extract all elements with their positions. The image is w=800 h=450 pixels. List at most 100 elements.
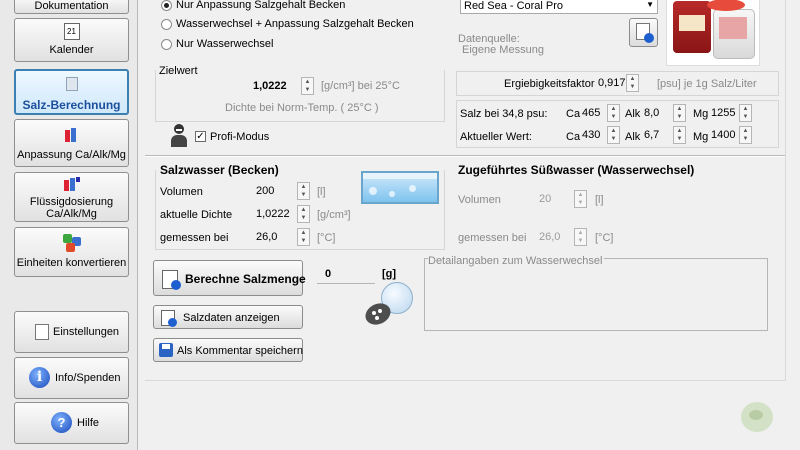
spinner-arrows[interactable]: ▲ ▼ bbox=[297, 228, 310, 246]
chevron-down-icon[interactable]: ▼ bbox=[646, 0, 654, 9]
fresh-temp-spinner[interactable]: 26,0 ▲ ▼ bbox=[536, 228, 587, 246]
fresh-temp-label: gemessen bei bbox=[458, 232, 527, 244]
spinner-arrows[interactable]: ▲ ▼ bbox=[673, 104, 686, 122]
mg-label: Mg bbox=[693, 108, 709, 120]
spinner-arrows[interactable]: ▲ ▼ bbox=[301, 77, 314, 95]
radio-mode-only-adjust-label[interactable]: Nur Anpassung Salzgehalt Becken bbox=[176, 0, 345, 11]
salt-yield-label: Ergiebigkeitsfaktor bbox=[504, 78, 595, 90]
current-mg-spinner[interactable]: 1400 ▲ ▼ bbox=[708, 126, 752, 144]
current-ca-spinner[interactable]: 430 ▲ ▼ bbox=[579, 126, 620, 144]
target-density-value[interactable]: 1,0222 bbox=[250, 77, 287, 95]
spinner-arrows[interactable]: ▲ ▼ bbox=[297, 182, 310, 200]
sidebar-item-label: Salz-Berechnung bbox=[22, 98, 121, 112]
radio-mode-only-change[interactable] bbox=[161, 39, 172, 50]
spinner-arrows[interactable]: ▲ ▼ bbox=[739, 126, 752, 144]
salt-mg-spinner[interactable]: 1255 ▲ ▼ bbox=[708, 104, 752, 122]
result-value: 0 bbox=[325, 268, 332, 280]
sidebar-item-anpassung[interactable]: Anpassung Ca/Alk/Mg bbox=[14, 119, 129, 167]
alk-label: Alk bbox=[625, 131, 641, 143]
water-change-details-label: Detailangaben zum Wasserwechsel bbox=[428, 255, 605, 267]
save-disk-icon bbox=[159, 343, 173, 357]
spinner-arrows[interactable]: ▲ ▼ bbox=[739, 104, 752, 122]
sidebar-item-label: Einheiten konvertieren bbox=[16, 257, 127, 269]
spinner-arrows[interactable]: ▲ ▼ bbox=[607, 126, 620, 144]
salt-yield-spinner[interactable]: 0,917 ▲ ▼ bbox=[595, 74, 639, 92]
watermark-logo bbox=[735, 398, 781, 438]
fresh-temp-unit: [°C] bbox=[595, 232, 614, 244]
ca-label: Ca bbox=[566, 108, 581, 120]
calendar-icon: 21 bbox=[63, 23, 80, 40]
radio-mode-only-change-label[interactable]: Nur Wasserwechsel bbox=[176, 38, 273, 50]
fresh-volume-value[interactable]: 20 bbox=[536, 190, 551, 208]
calculate-salt-label: Berechne Salzmenge bbox=[185, 272, 306, 286]
info-badge-icon bbox=[168, 318, 177, 327]
salt-product-image bbox=[666, 0, 760, 66]
sidebar-item-kalender[interactable]: 21 Kalender bbox=[14, 18, 129, 62]
radio-mode-change-adjust-label[interactable]: Wasserwechsel + Anpassung Salzgehalt Bec… bbox=[176, 18, 414, 30]
sidebar-item-label: Kalender bbox=[49, 44, 94, 56]
spinner-arrows[interactable]: ▲ ▼ bbox=[626, 74, 639, 92]
current-ca-value[interactable]: 430 bbox=[579, 126, 600, 144]
salt-mg-value[interactable]: 1255 bbox=[708, 104, 735, 122]
sidebar-item-label: Flüssigdosierung Ca/Alk/Mg bbox=[29, 196, 114, 220]
fresh-volume-spinner[interactable]: 20 ▲ ▼ bbox=[536, 190, 587, 208]
settings-icon bbox=[35, 324, 49, 340]
tank-volume-value[interactable]: 200 bbox=[253, 182, 274, 200]
sidebar-item-salz-berechnung[interactable]: Salz-Berechnung bbox=[14, 69, 129, 115]
spinner-arrows[interactable]: ▲ ▼ bbox=[574, 228, 587, 246]
profi-mode-checkbox[interactable]: ✓ bbox=[195, 131, 206, 142]
tank-density-spinner[interactable]: 1,0222 ▲ ▼ bbox=[253, 205, 310, 223]
current-alk-value[interactable]: 6,7 bbox=[641, 126, 659, 144]
sidebar-item-hilfe[interactable]: ? Hilfe bbox=[14, 402, 129, 444]
salt-ca-value[interactable]: 465 bbox=[579, 104, 600, 122]
sidebar-item-label: Hilfe bbox=[77, 417, 100, 429]
salt-info-button[interactable] bbox=[629, 18, 658, 47]
info-badge-icon bbox=[644, 33, 654, 43]
info-badge-icon bbox=[171, 280, 181, 290]
spinner-arrows[interactable]: ▲ ▼ bbox=[673, 126, 686, 144]
tank-temp-spinner[interactable]: 26,0 ▲ ▼ bbox=[253, 228, 310, 246]
sidebar-item-fluessigdosierung[interactable]: Flüssigdosierung Ca/Alk/Mg bbox=[14, 172, 129, 222]
salt-alk-spinner[interactable]: 8,0 ▲ ▼ bbox=[641, 104, 686, 122]
salt-row-label: Salz bei 34,8 psu: bbox=[460, 108, 548, 120]
sidebar-item-einheiten[interactable]: Einheiten konvertieren bbox=[14, 227, 129, 277]
current-mg-value[interactable]: 1400 bbox=[708, 126, 735, 144]
tank-density-label: aktuelle Dichte bbox=[160, 209, 233, 221]
tank-temp-value[interactable]: 26,0 bbox=[253, 228, 277, 246]
profi-mode-label[interactable]: Profi-Modus bbox=[210, 131, 269, 143]
tank-density-value[interactable]: 1,0222 bbox=[253, 205, 290, 223]
radio-mode-change-adjust[interactable] bbox=[161, 19, 172, 30]
save-comment-label: Als Kommentar speichern bbox=[177, 345, 303, 357]
info-icon: i bbox=[29, 367, 50, 388]
salt-yield-value[interactable]: 0,917 bbox=[595, 74, 626, 92]
salt-alk-value[interactable]: 8,0 bbox=[641, 104, 659, 122]
spinner-arrows[interactable]: ▲ ▼ bbox=[607, 104, 620, 122]
fresh-volume-label: Volumen bbox=[458, 194, 501, 206]
tank-density-unit: [g/cm³] bbox=[317, 209, 351, 221]
bottles-icon bbox=[64, 128, 79, 142]
convert-icon bbox=[62, 234, 81, 252]
spinner-arrows[interactable]: ▲ ▼ bbox=[297, 205, 310, 223]
sidebar-item-info[interactable]: i Info/Spenden bbox=[14, 357, 129, 399]
help-icon: ? bbox=[51, 412, 72, 433]
fresh-volume-unit: [l] bbox=[595, 194, 604, 206]
fresh-temp-value[interactable]: 26,0 bbox=[536, 228, 560, 246]
tank-volume-spinner[interactable]: 200 ▲ ▼ bbox=[253, 182, 310, 200]
salt-product-select[interactable]: Red Sea - Coral Pro ▼ bbox=[460, 0, 658, 14]
spinner-arrows[interactable]: ▲ ▼ bbox=[574, 190, 587, 208]
target-density-spinner[interactable]: 1,0222 ▲ ▼ bbox=[250, 77, 314, 95]
show-salt-data-button[interactable]: Salzdaten anzeigen bbox=[153, 305, 303, 329]
radio-mode-only-adjust[interactable] bbox=[161, 0, 172, 11]
sidebar-item-dokumentation[interactable]: Dokumentation bbox=[14, 0, 129, 14]
sidebar-item-label: Info/Spenden bbox=[55, 372, 121, 384]
water-change-details-box bbox=[424, 258, 768, 331]
salt-product-value: Red Sea - Coral Pro bbox=[464, 0, 564, 12]
calculate-salt-button[interactable]: Berechne Salzmenge bbox=[153, 260, 306, 296]
salt-source-value: Eigene Messung bbox=[462, 44, 544, 56]
save-comment-button[interactable]: Als Kommentar speichern bbox=[153, 338, 303, 362]
sidebar: Dokumentation 21 Kalender Salz-Berechnun… bbox=[0, 0, 138, 450]
current-alk-spinner[interactable]: 6,7 ▲ ▼ bbox=[641, 126, 686, 144]
salt-ca-spinner[interactable]: 465 ▲ ▼ bbox=[579, 104, 620, 122]
fresh-heading: Zugeführtes Süßwasser (Wasserwechsel) bbox=[458, 163, 695, 177]
sidebar-item-einstellungen[interactable]: Einstellungen bbox=[14, 311, 129, 353]
